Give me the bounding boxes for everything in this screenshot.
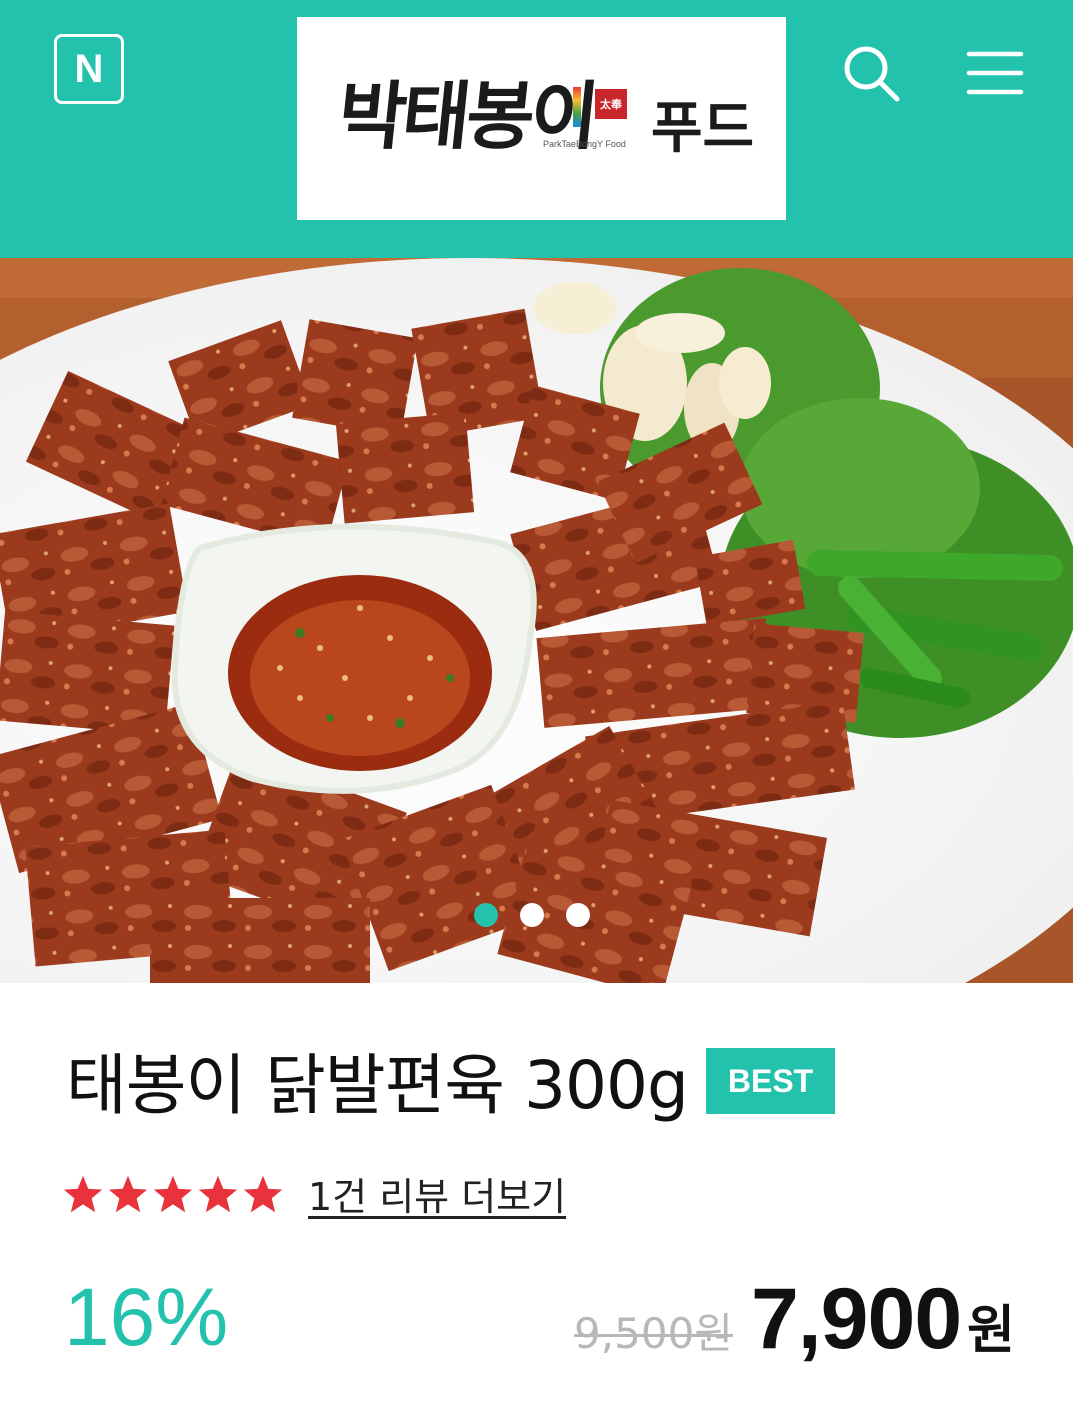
discount-rate: 16% (64, 1272, 229, 1363)
price-row: 9,500원 7,900 원 (574, 1270, 1015, 1369)
star-icon (153, 1175, 193, 1212)
star-icon (198, 1175, 238, 1212)
carousel-dot[interactable] (474, 903, 498, 927)
original-price: 9,500원 (574, 1309, 733, 1358)
logo-color-bar (573, 87, 581, 127)
menu-button[interactable] (960, 38, 1030, 108)
logo-stamp: 太奉 (595, 89, 627, 119)
search-icon (844, 46, 900, 102)
brand-logo[interactable]: 박태봉이 太奉 푸드 ParkTaeBongY Food (297, 17, 786, 220)
carousel-dot[interactable] (566, 903, 590, 927)
naver-icon-label: N (74, 46, 104, 91)
currency-unit: 원 (967, 1301, 1015, 1361)
product-photo (0, 258, 1073, 983)
star-icon (108, 1175, 148, 1212)
top-header: N 박태봉이 太奉 푸드 ParkTaeBongY Food (0, 0, 1073, 258)
product-title-row: 태봉이 닭발편육 300g BEST (66, 1040, 836, 1132)
carousel-dot[interactable] (520, 903, 544, 927)
star-icon (63, 1175, 103, 1212)
review-link[interactable]: 1건 리뷰 더보기 (308, 1166, 566, 1221)
naver-icon[interactable]: N (54, 34, 124, 104)
rating-row: 1건 리뷰 더보기 (62, 1166, 566, 1221)
logo-script-text-2: 푸드 (651, 95, 755, 161)
best-badge: BEST (705, 1048, 836, 1114)
product-image-carousel[interactable] (0, 258, 1073, 983)
menu-icon (966, 51, 1024, 95)
carousel-indicators (474, 903, 590, 927)
search-button[interactable] (836, 38, 906, 108)
star-icon (243, 1175, 283, 1212)
product-title: 태봉이 닭발편육 300g (66, 1047, 689, 1124)
star-rating (62, 1174, 284, 1214)
logo-subtitle: ParkTaeBongY Food (543, 139, 626, 149)
sale-price: 7,900 (750, 1271, 962, 1367)
